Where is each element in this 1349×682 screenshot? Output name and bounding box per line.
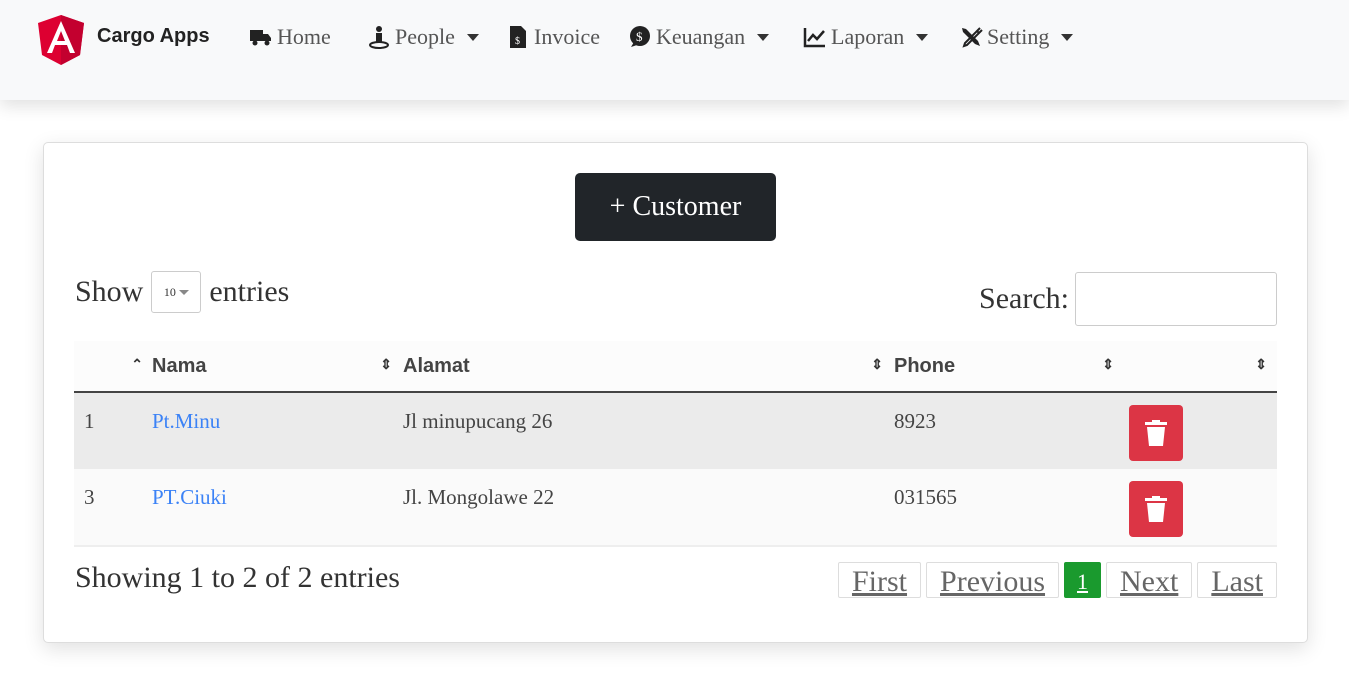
search-input[interactable] (1075, 272, 1277, 326)
delete-button[interactable] (1129, 481, 1183, 537)
nav-setting[interactable]: Setting (959, 24, 1074, 50)
entries-select[interactable]: 10 (151, 271, 202, 313)
page-current[interactable]: 1 (1064, 562, 1102, 598)
customer-card: + Customer Show 10 entries Search: ⌃ Nam… (43, 142, 1308, 643)
table-row: 3 PT.Ciuki Jl. Mongolawe 22 031565 (74, 469, 1277, 547)
col-nama[interactable]: Nama ⇕ (151, 341, 402, 393)
sort-icon: ⇕ (1255, 356, 1267, 372)
caret-down-icon (916, 33, 929, 41)
chart-line-icon (803, 28, 825, 48)
svg-text:$: $ (636, 29, 643, 44)
caret-down-icon (178, 289, 189, 295)
table-info: Showing 1 to 2 of 2 entries (75, 561, 400, 594)
page-first[interactable]: First (837, 562, 922, 598)
trash-icon (1145, 420, 1167, 446)
truck-icon (250, 30, 271, 46)
nav-keuangan[interactable]: $ Keuangan (628, 24, 770, 50)
sort-icon: ⇕ (1102, 356, 1114, 372)
customer-link[interactable]: Pt.Minu (152, 409, 220, 433)
pagination: First Previous 1 Next Last (837, 562, 1277, 598)
sort-asc-icon: ⌃ (131, 356, 143, 372)
caret-down-icon (1061, 33, 1074, 41)
invoice-icon: $ (510, 26, 526, 48)
dollar-comment-icon: $ (630, 26, 650, 47)
navbar: Cargo Apps Home People $ Invoice $ Keuanga… (0, 0, 1349, 100)
length-control: Show 10 entries (75, 271, 289, 313)
person-icon (369, 26, 389, 49)
nav-laporan[interactable]: Laporan (803, 24, 929, 50)
tools-icon (962, 27, 983, 48)
nav-home[interactable]: Home (249, 24, 331, 50)
delete-button[interactable] (1129, 405, 1183, 461)
page-previous[interactable]: Previous (926, 562, 1060, 598)
col-alamat[interactable]: Alamat ⇕ (402, 341, 893, 393)
search-control: Search: (979, 272, 1277, 326)
col-phone[interactable]: Phone ⇕ (893, 341, 1124, 393)
sort-icon: ⇕ (380, 356, 392, 372)
caret-down-icon (466, 33, 479, 41)
angular-logo[interactable] (38, 15, 84, 65)
sort-icon: ⇕ (871, 356, 883, 372)
col-id[interactable]: ⌃ (74, 341, 151, 393)
brand[interactable]: Cargo Apps (97, 25, 210, 48)
svg-text:$: $ (515, 36, 520, 47)
col-action[interactable]: ⇕ (1124, 341, 1277, 393)
caret-down-icon (757, 33, 770, 41)
page-next[interactable]: Next (1106, 562, 1193, 598)
nav-people[interactable]: People (367, 24, 479, 50)
add-customer-button[interactable]: + Customer (575, 173, 776, 241)
customer-link[interactable]: PT.Ciuki (152, 485, 227, 509)
customer-table: ⌃ Nama ⇕ Alamat ⇕ Phone ⇕ ⇕ 1 Pt.Minu Jl mi… (74, 341, 1277, 547)
trash-icon (1145, 496, 1167, 522)
page-last[interactable]: Last (1197, 562, 1277, 598)
nav-invoice[interactable]: $ Invoice (506, 24, 600, 50)
table-row: 1 Pt.Minu Jl minupucang 26 8923 (74, 392, 1277, 469)
